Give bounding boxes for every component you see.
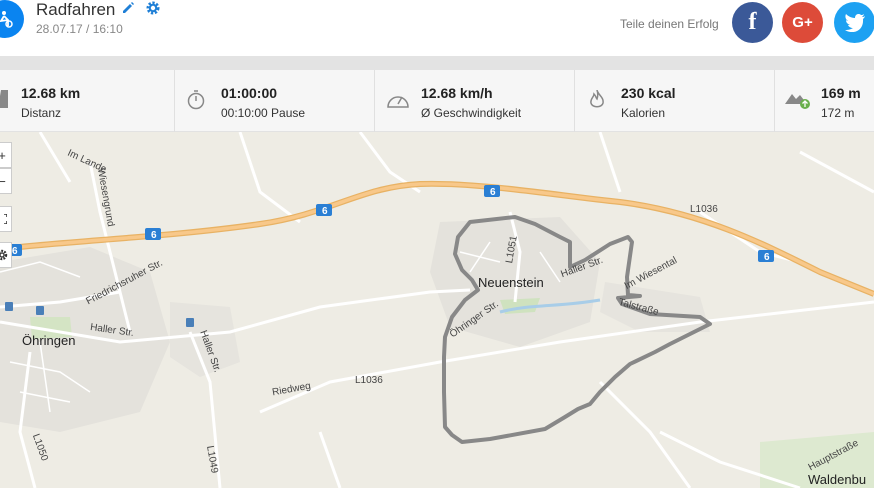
distance-label: Distanz xyxy=(21,106,62,120)
stopwatch-icon xyxy=(187,90,205,110)
gear-icon[interactable] xyxy=(145,0,161,16)
twitter-bird-icon xyxy=(844,13,865,32)
edit-pencil-icon[interactable] xyxy=(121,1,135,15)
map-label-l1036: L1036 xyxy=(690,204,718,215)
speedometer-icon xyxy=(387,96,409,108)
googleplus-share-button[interactable]: G+ xyxy=(782,2,823,43)
mountain-elevation-icon xyxy=(785,94,810,109)
autobahn-shield-label: 6 xyxy=(151,230,157,241)
map-label-neuenstein: Neuenstein xyxy=(478,275,544,290)
stat-duration: 01:00:00 00:10:00 Pause xyxy=(175,70,375,132)
header-separator xyxy=(0,56,874,70)
elevation-gain-value: 169 m xyxy=(821,85,861,101)
flame-icon xyxy=(590,90,604,108)
fullscreen-icon xyxy=(0,214,7,224)
stat-distance: 12.68 km Distanz xyxy=(0,70,175,132)
map-settings-button[interactable] xyxy=(0,242,12,268)
route-map[interactable]: 6 6 6 6 6 Neuenstein Öhringen Im Lande W… xyxy=(0,132,874,488)
speed-value: 12.68 km/h xyxy=(421,85,493,101)
map-label-waldenburg: Waldenbu xyxy=(808,472,867,487)
share-label: Teile deinen Erfolg xyxy=(620,17,719,31)
autobahn-shield-label: 6 xyxy=(764,252,770,263)
zoom-in-button[interactable]: + xyxy=(0,142,12,168)
distance-road-icon xyxy=(0,90,8,108)
map-label-l1036: L1036 xyxy=(355,375,383,386)
autobahn-shield-label: 6 xyxy=(12,246,18,257)
calories-value: 230 kcal xyxy=(621,85,676,101)
speed-label: Ø Geschwindigkeit xyxy=(421,106,522,120)
bicycle-icon xyxy=(0,0,24,38)
activity-datetime: 28.07.17 / 16:10 xyxy=(36,22,123,36)
autobahn-shield-label: 6 xyxy=(490,187,496,198)
fullscreen-button[interactable] xyxy=(0,206,12,232)
facebook-share-button[interactable]: f xyxy=(732,2,773,43)
stat-calories: 230 kcal Kalorien xyxy=(575,70,775,132)
gear-icon xyxy=(0,249,8,261)
stats-bar: 12.68 km Distanz 01:00:00 00:10:00 Pause… xyxy=(0,70,874,132)
distance-value: 12.68 km xyxy=(21,85,81,101)
autobahn-shield-label: 6 xyxy=(322,206,328,217)
calories-label: Kalorien xyxy=(621,106,666,120)
duration-value: 01:00:00 xyxy=(221,85,278,101)
activity-title: Radfahren xyxy=(36,0,116,19)
twitter-share-button[interactable] xyxy=(834,2,874,43)
zoom-out-button[interactable]: − xyxy=(0,168,12,194)
map-label-ohringen: Öhringen xyxy=(22,333,76,348)
stat-elevation: 169 m 172 m xyxy=(775,70,874,132)
map-canvas xyxy=(0,132,874,488)
stat-speed: 12.68 km/h Ø Geschwindigkeit xyxy=(375,70,575,132)
elevation-loss-value: 172 m xyxy=(821,106,855,120)
activity-header: Radfahren 28.07.17 / 16:10 Teile deinen … xyxy=(0,0,874,56)
pause-label: 00:10:00 Pause xyxy=(221,106,306,120)
